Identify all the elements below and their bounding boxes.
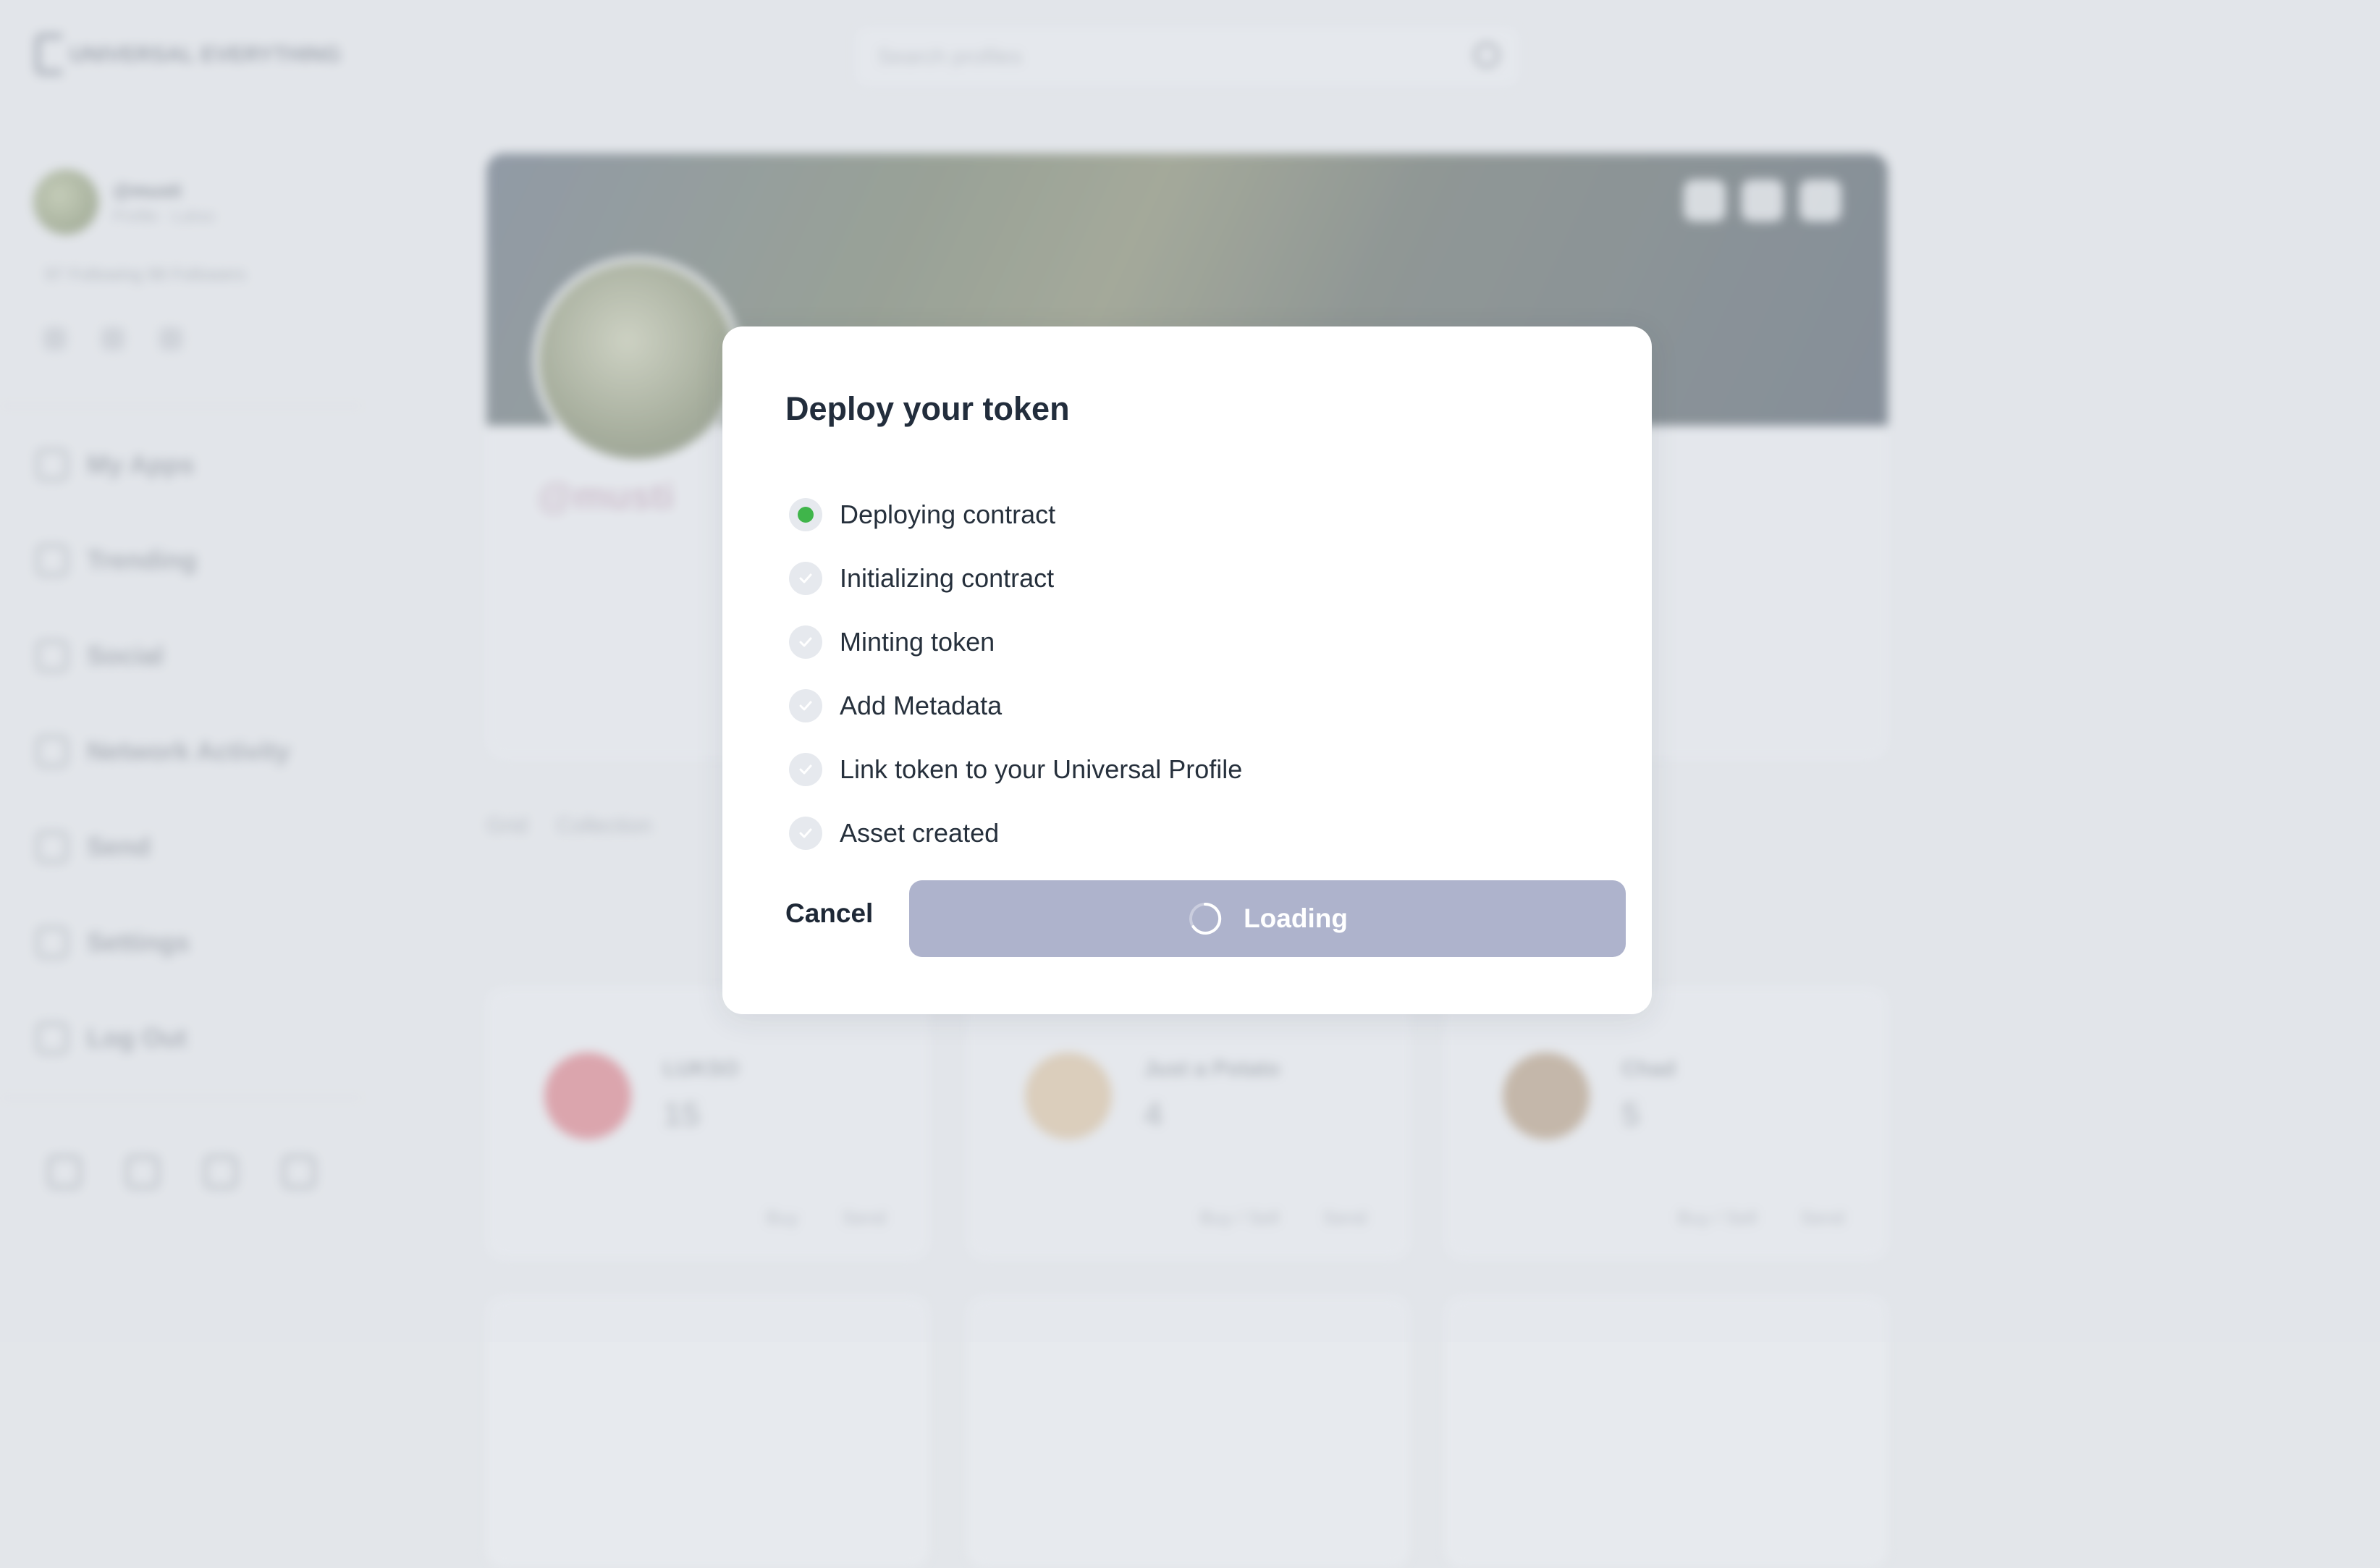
loading-button[interactable]: Loading	[909, 880, 1626, 957]
spinner-icon	[1189, 902, 1222, 935]
step-label: Deploying contract	[840, 500, 1056, 529]
check-icon	[789, 689, 822, 722]
step-initializing-contract: Initializing contract	[789, 547, 1242, 610]
check-icon	[789, 625, 822, 659]
cancel-button[interactable]: Cancel	[785, 898, 873, 929]
step-add-metadata: Add Metadata	[789, 674, 1242, 738]
modal-title: Deploy your token	[785, 390, 1070, 427]
deploy-token-modal: Deploy your token Deploying contract Ini…	[722, 326, 1652, 1014]
deploy-steps: Deploying contract Initializing contract…	[789, 483, 1242, 865]
check-icon	[789, 562, 822, 595]
step-label: Link token to your Universal Profile	[840, 754, 1243, 784]
step-asset-created: Asset created	[789, 801, 1242, 865]
loading-button-label: Loading	[1244, 903, 1348, 933]
step-deploying-contract: Deploying contract	[789, 483, 1242, 547]
step-label: Add Metadata	[840, 691, 1003, 720]
step-link-token: Link token to your Universal Profile	[789, 738, 1242, 801]
check-icon	[789, 753, 822, 786]
step-label: Minting token	[840, 627, 995, 657]
step-label: Asset created	[840, 818, 1000, 848]
check-icon	[789, 817, 822, 850]
step-minting-token: Minting token	[789, 610, 1242, 674]
status-dot-icon	[789, 498, 822, 531]
step-label: Initializing contract	[840, 563, 1055, 593]
